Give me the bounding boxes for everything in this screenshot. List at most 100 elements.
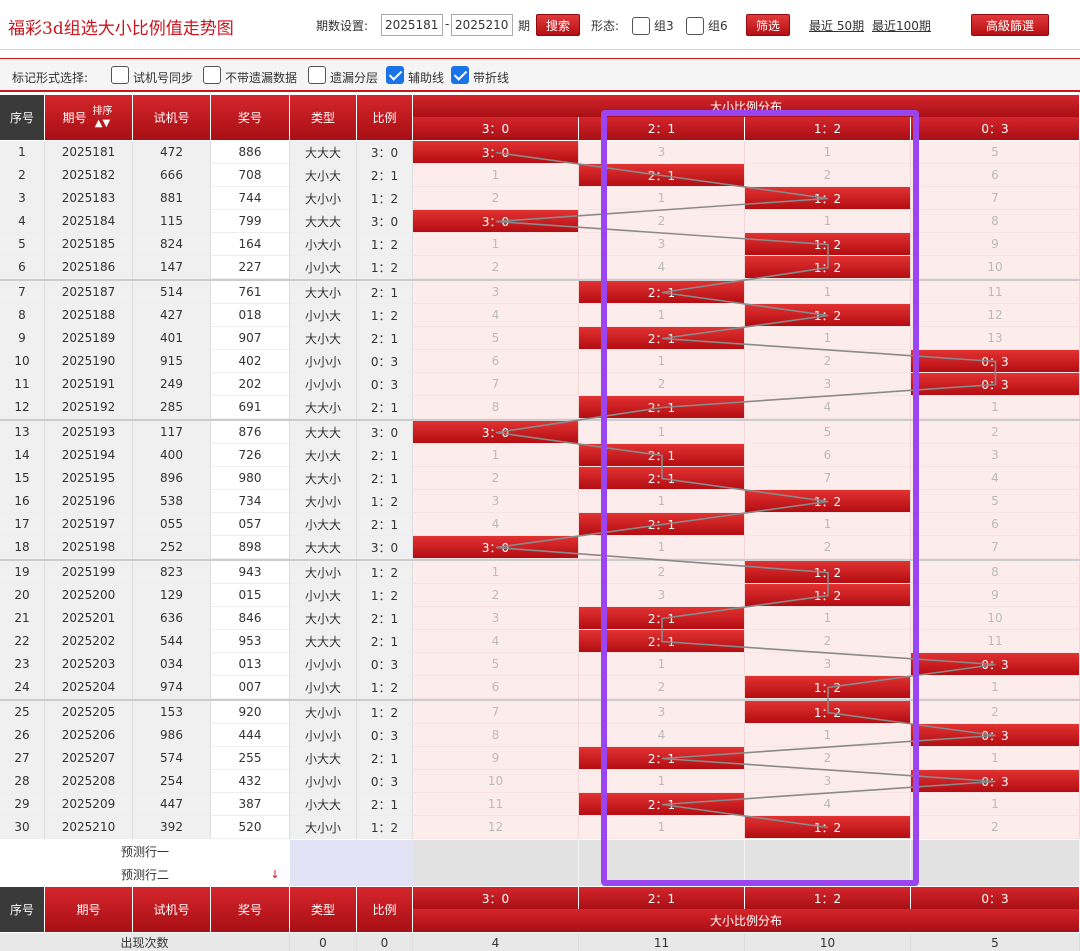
row-seq: 6 xyxy=(0,256,45,279)
recent-50-link[interactable]: 最近 50期 xyxy=(809,17,864,34)
advanced-filter-button[interactable]: 高級篩選 xyxy=(971,14,1049,36)
dist-miss-cell: 12 xyxy=(413,816,579,839)
dist-miss-cell: 2 xyxy=(413,187,579,210)
dist-miss-cell: 2 xyxy=(579,210,745,233)
dist-miss-cell: 1 xyxy=(911,396,1080,419)
dist-miss-cell: 12 xyxy=(911,304,1080,327)
row-test-number: 034 xyxy=(133,653,211,676)
dist-miss-cell: 6 xyxy=(413,676,579,699)
row-type: 大大大 xyxy=(290,630,357,653)
search-button[interactable]: 搜索 xyxy=(536,14,580,36)
dist-miss-cell: 2 xyxy=(745,164,911,187)
dist-miss-cell: 3 xyxy=(745,373,911,396)
row-period: 2025210 xyxy=(45,816,133,839)
row-prize-number: 387 xyxy=(211,793,290,816)
row-type: 大大小 xyxy=(290,281,357,304)
dist-miss-cell: 1 xyxy=(911,793,1080,816)
dist-hit-cell: 1：2 xyxy=(745,701,911,724)
row-test-number: 249 xyxy=(133,373,211,396)
row-type: 大小小 xyxy=(290,561,357,584)
row-period: 2025206 xyxy=(45,724,133,747)
header-period: 期号 排序 ▲▼ xyxy=(45,95,133,140)
row-ratio: 2：1 xyxy=(357,607,413,630)
top-toolbar: 福彩3d组选大小比例值走势图 期数设置: 2025181 - 2025210 期… xyxy=(0,0,1080,50)
dist-miss-cell: 1 xyxy=(745,141,911,164)
dist-miss-cell: 8 xyxy=(911,210,1080,233)
filter-button[interactable]: 筛选 xyxy=(746,14,790,36)
mark-option-checkbox-2[interactable] xyxy=(203,66,221,84)
dist-miss-cell: 2 xyxy=(911,421,1080,444)
mark-option-checkbox-4[interactable] xyxy=(386,66,404,84)
mark-options-label: 标记形式选择: xyxy=(12,71,89,85)
sort-button[interactable]: 排序 ▲▼ xyxy=(89,106,117,130)
dist-miss-cell: 2 xyxy=(579,561,745,584)
row-seq: 21 xyxy=(0,607,45,630)
row-prize-number: 708 xyxy=(211,164,290,187)
dist-miss-cell: 1 xyxy=(579,421,745,444)
dist-miss-cell: 1 xyxy=(579,304,745,327)
dist-miss-cell: 3 xyxy=(579,701,745,724)
row-seq: 26 xyxy=(0,724,45,747)
dist-miss-cell: 1 xyxy=(413,164,579,187)
row-prize-number: 007 xyxy=(211,676,290,699)
dist-miss-cell: 2 xyxy=(745,350,911,373)
footer-seq: 序号 xyxy=(0,887,45,932)
row-type: 大大大 xyxy=(290,536,357,559)
dist-miss-cell: 3 xyxy=(579,584,745,607)
row-test-number: 252 xyxy=(133,536,211,559)
dist-hit-cell: 3：0 xyxy=(413,421,579,444)
dist-miss-cell: 10 xyxy=(911,256,1080,279)
dist-miss-cell: 2 xyxy=(579,676,745,699)
dist-hit-cell: 0：3 xyxy=(911,373,1080,396)
row-period: 2025181 xyxy=(45,141,133,164)
prediction-arrow-icon[interactable]: ↓ xyxy=(265,863,285,886)
row-period: 2025202 xyxy=(45,630,133,653)
prediction-input-area[interactable] xyxy=(290,840,413,886)
dist-miss-cell: 1 xyxy=(579,187,745,210)
row-period: 2025195 xyxy=(45,467,133,490)
mark-option-checkbox-3[interactable] xyxy=(308,66,326,84)
group3-checkbox[interactable] xyxy=(632,17,650,35)
row-prize-number: 015 xyxy=(211,584,290,607)
row-type: 小小大 xyxy=(290,304,357,327)
row-period: 2025201 xyxy=(45,607,133,630)
period-start-input[interactable]: 2025181 xyxy=(381,14,443,36)
row-period: 2025208 xyxy=(45,770,133,793)
mark-option-label-2: 不带遗漏数据 xyxy=(225,71,298,85)
dist-hit-cell: 1：2 xyxy=(745,256,911,279)
row-seq: 24 xyxy=(0,676,45,699)
dist-miss-cell: 7 xyxy=(413,373,579,396)
dist-miss-cell: 5 xyxy=(413,327,579,350)
period-end-input[interactable]: 2025210 xyxy=(451,14,513,36)
prediction-dist-cell[interactable] xyxy=(579,840,745,886)
group6-checkbox[interactable] xyxy=(686,17,704,35)
row-seq: 7 xyxy=(0,281,45,304)
mark-option-checkbox-5[interactable] xyxy=(451,66,469,84)
prediction-dist-cell[interactable] xyxy=(911,840,1080,886)
dist-miss-cell: 11 xyxy=(413,793,579,816)
row-ratio: 2：1 xyxy=(357,281,413,304)
row-type: 大小小 xyxy=(290,816,357,839)
dist-miss-cell: 1 xyxy=(579,653,745,676)
row-prize-number: 255 xyxy=(211,747,290,770)
mark-option-label-3: 遗漏分层 xyxy=(330,71,379,85)
dist-miss-cell: 4 xyxy=(911,467,1080,490)
prediction-dist-cell[interactable] xyxy=(413,840,579,886)
recent-100-link[interactable]: 最近100期 xyxy=(872,17,931,34)
row-period: 2025199 xyxy=(45,561,133,584)
row-prize-number: 920 xyxy=(211,701,290,724)
header-dist-4: 0：3 xyxy=(911,117,1080,140)
mark-option-checkbox-1[interactable] xyxy=(111,66,129,84)
dist-miss-cell: 1 xyxy=(579,536,745,559)
count-dist-4: 5 xyxy=(911,933,1080,951)
header-ratio: 比例 xyxy=(357,95,413,140)
row-ratio: 1：2 xyxy=(357,490,413,513)
dist-miss-cell: 3 xyxy=(745,770,911,793)
row-seq: 19 xyxy=(0,561,45,584)
row-prize-number: 898 xyxy=(211,536,290,559)
row-type: 小小小 xyxy=(290,724,357,747)
row-test-number: 401 xyxy=(133,327,211,350)
prediction-dist-cell[interactable] xyxy=(745,840,911,886)
row-prize-number: 886 xyxy=(211,141,290,164)
row-test-number: 055 xyxy=(133,513,211,536)
